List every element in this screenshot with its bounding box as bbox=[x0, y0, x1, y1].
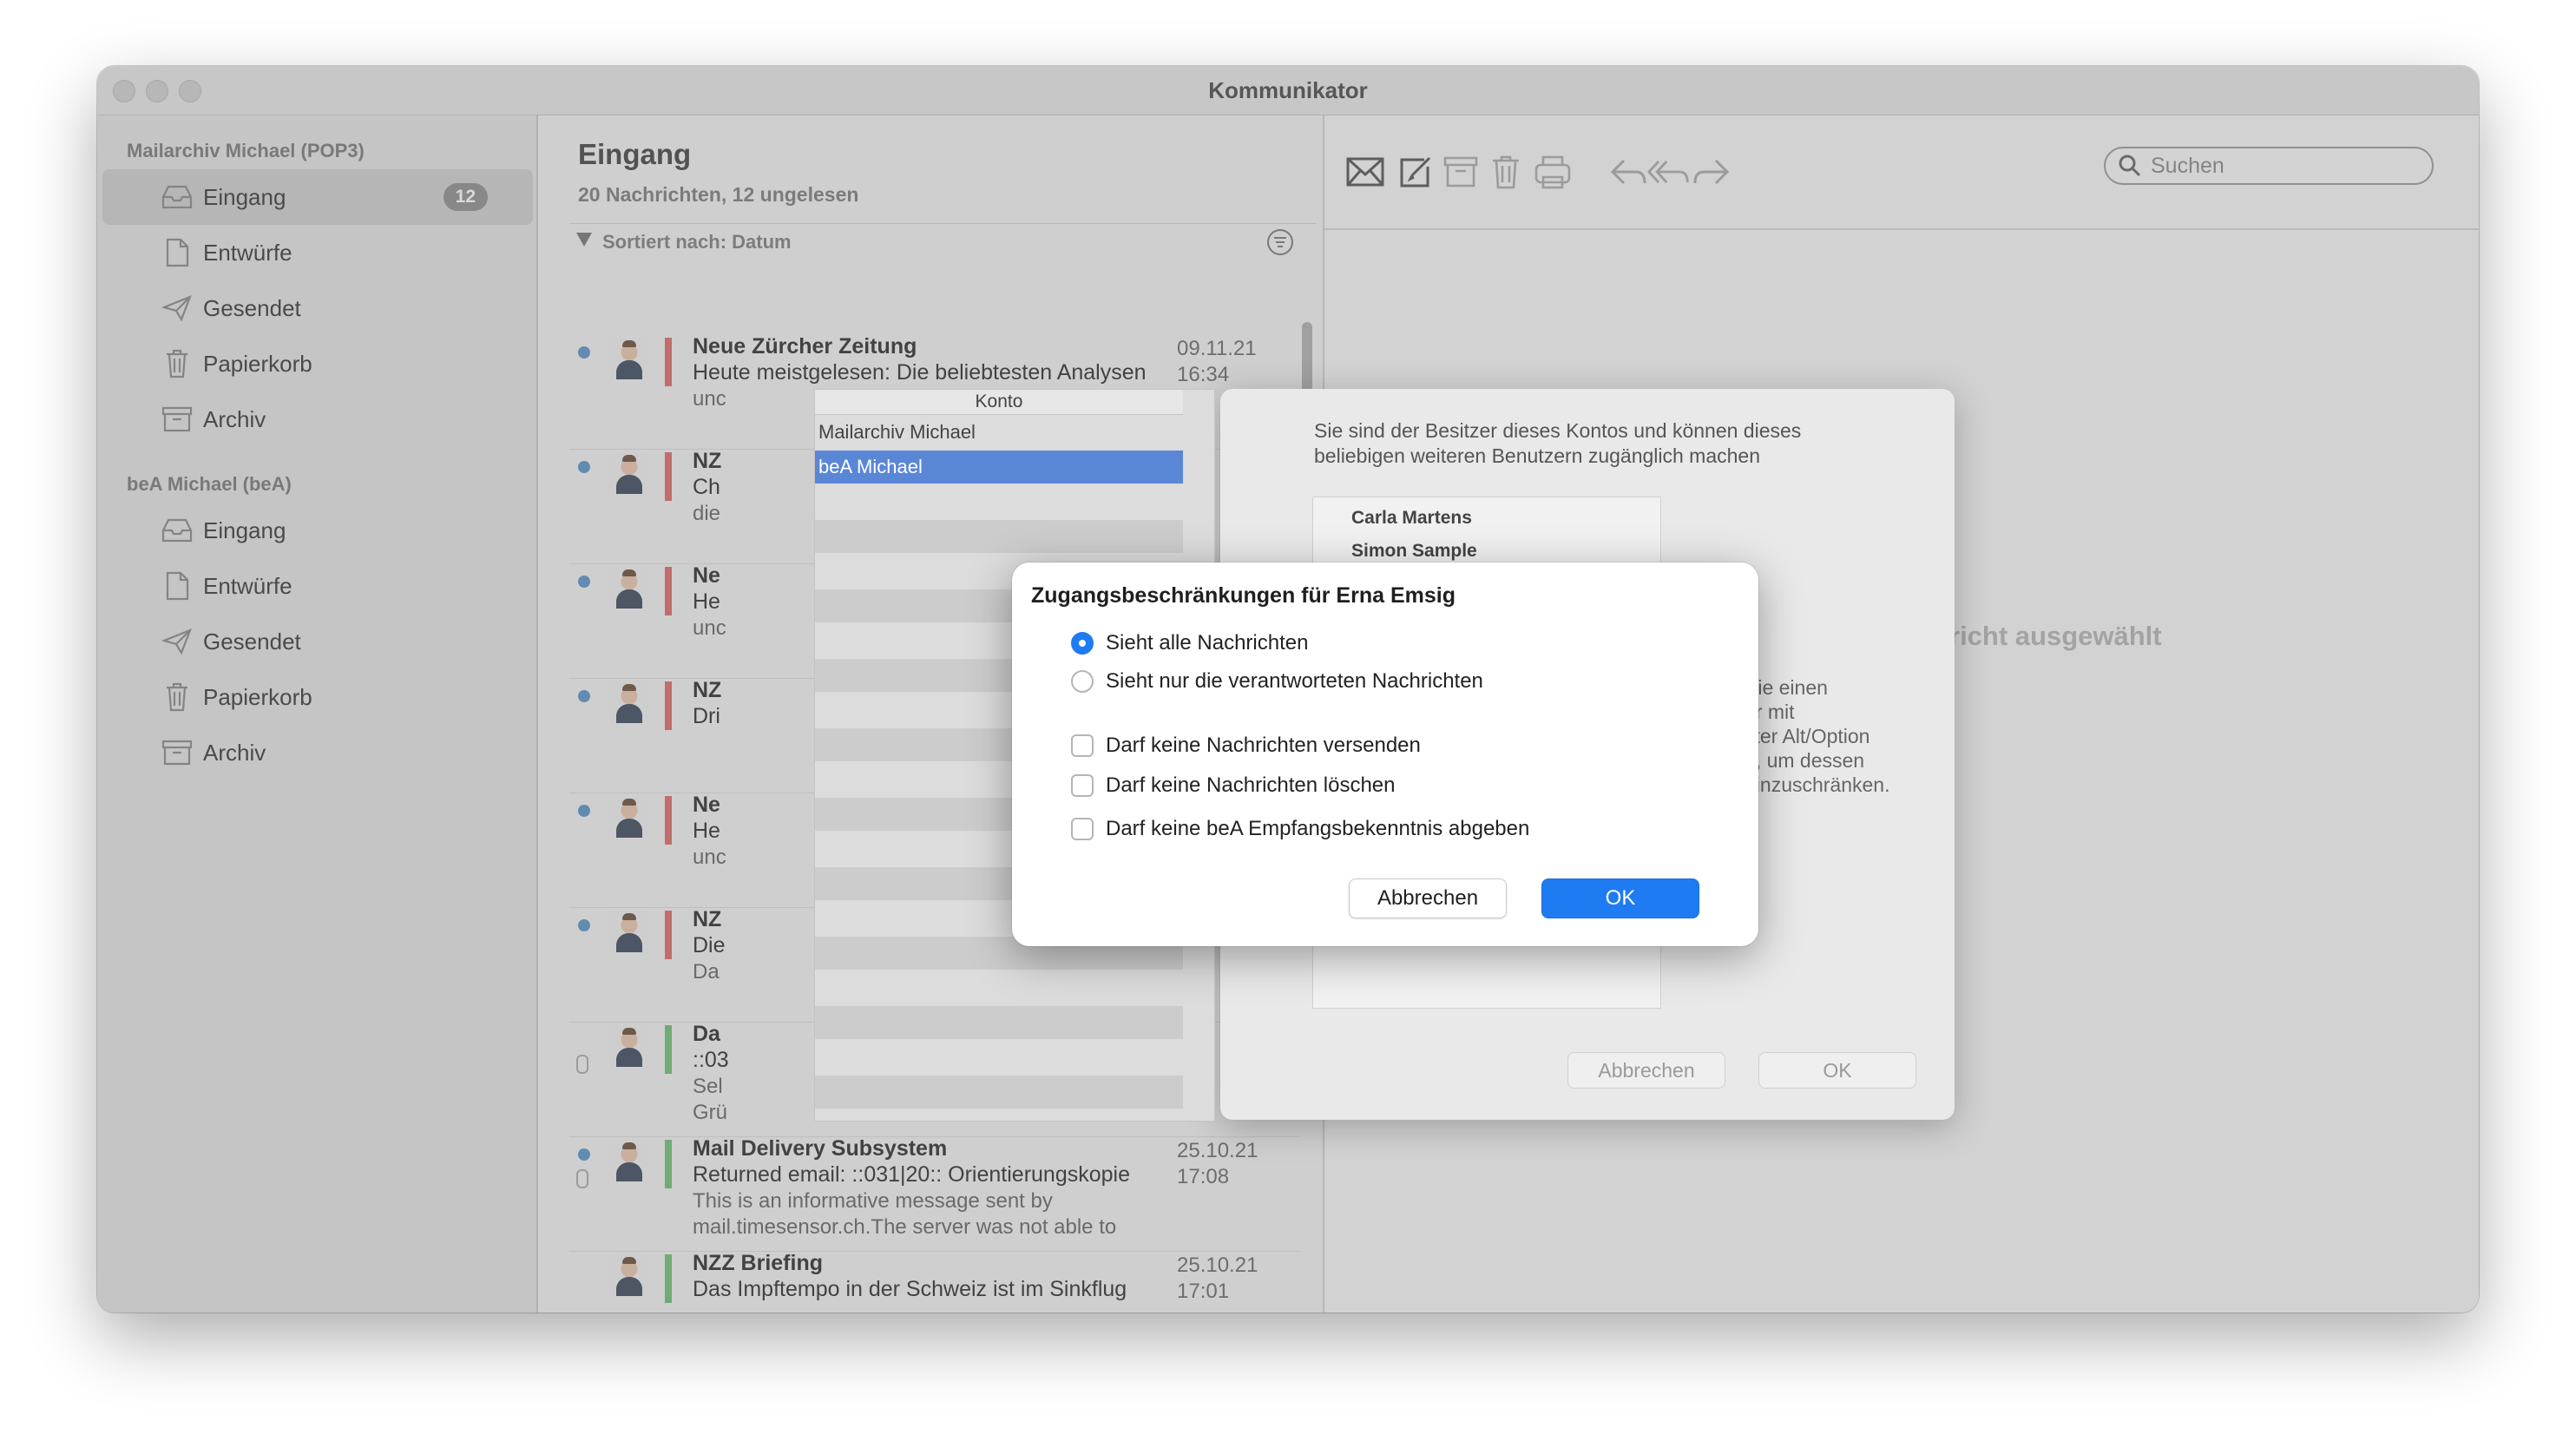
radio-button-selected[interactable] bbox=[1071, 632, 1094, 655]
checkbox-no-sending[interactable]: Darf keine Nachrichten versenden bbox=[1071, 733, 1421, 759]
sheet-ok-button[interactable]: OK bbox=[1758, 1052, 1916, 1089]
radio-sees-all-messages[interactable]: Sieht alle Nachrichten bbox=[1071, 630, 1308, 656]
access-restrictions-dialog: Zugangsbeschränkungen für Erna Emsig Sie… bbox=[1012, 563, 1758, 946]
dialog-title: Zugangsbeschränkungen für Erna Emsig bbox=[1031, 583, 1456, 608]
radio-label: Sieht alle Nachrichten bbox=[1106, 631, 1309, 655]
radio-sees-responsible-messages[interactable]: Sieht nur die verantworteten Nachrichten bbox=[1071, 668, 1483, 694]
cancel-button[interactable]: Abbrechen bbox=[1349, 878, 1507, 918]
user-list-item[interactable]: Carla Martens bbox=[1351, 508, 1472, 529]
account-table-row-selected[interactable]: beA Michael bbox=[815, 451, 1183, 484]
checkbox[interactable] bbox=[1071, 818, 1094, 840]
checkbox-label: Darf keine Nachrichten löschen bbox=[1106, 773, 1396, 797]
checkbox-no-bea-receipt[interactable]: Darf keine beA Empfangsbekenntnis abgebe… bbox=[1071, 816, 1529, 842]
checkbox-no-deleting[interactable]: Darf keine Nachrichten löschen bbox=[1071, 773, 1396, 799]
app-window: Kommunikator Mailarchiv Michael (POP3) E… bbox=[97, 66, 2479, 1313]
sheet-hint: Sie einen er mit kter Alt/Option n, um d… bbox=[1745, 676, 1890, 796]
user-list-item[interactable]: Simon Sample bbox=[1351, 541, 1477, 562]
checkbox-label: Darf keine beA Empfangsbekenntnis abgebe… bbox=[1106, 817, 1530, 840]
ok-button[interactable]: OK bbox=[1541, 878, 1699, 918]
radio-button[interactable] bbox=[1071, 670, 1094, 693]
account-table-row[interactable]: Mailarchiv Michael bbox=[815, 416, 1183, 449]
radio-label: Sieht nur die verantworteten Nachrichten bbox=[1106, 669, 1483, 693]
checkbox-label: Darf keine Nachrichten versenden bbox=[1106, 734, 1421, 757]
checkbox[interactable] bbox=[1071, 734, 1094, 757]
checkbox[interactable] bbox=[1071, 774, 1094, 797]
account-table-header: Konto bbox=[815, 390, 1183, 415]
sheet-description: Sie sind der Besitzer dieses Kontos und … bbox=[1314, 419, 1802, 467]
sheet-cancel-button[interactable]: Abbrechen bbox=[1567, 1052, 1725, 1089]
